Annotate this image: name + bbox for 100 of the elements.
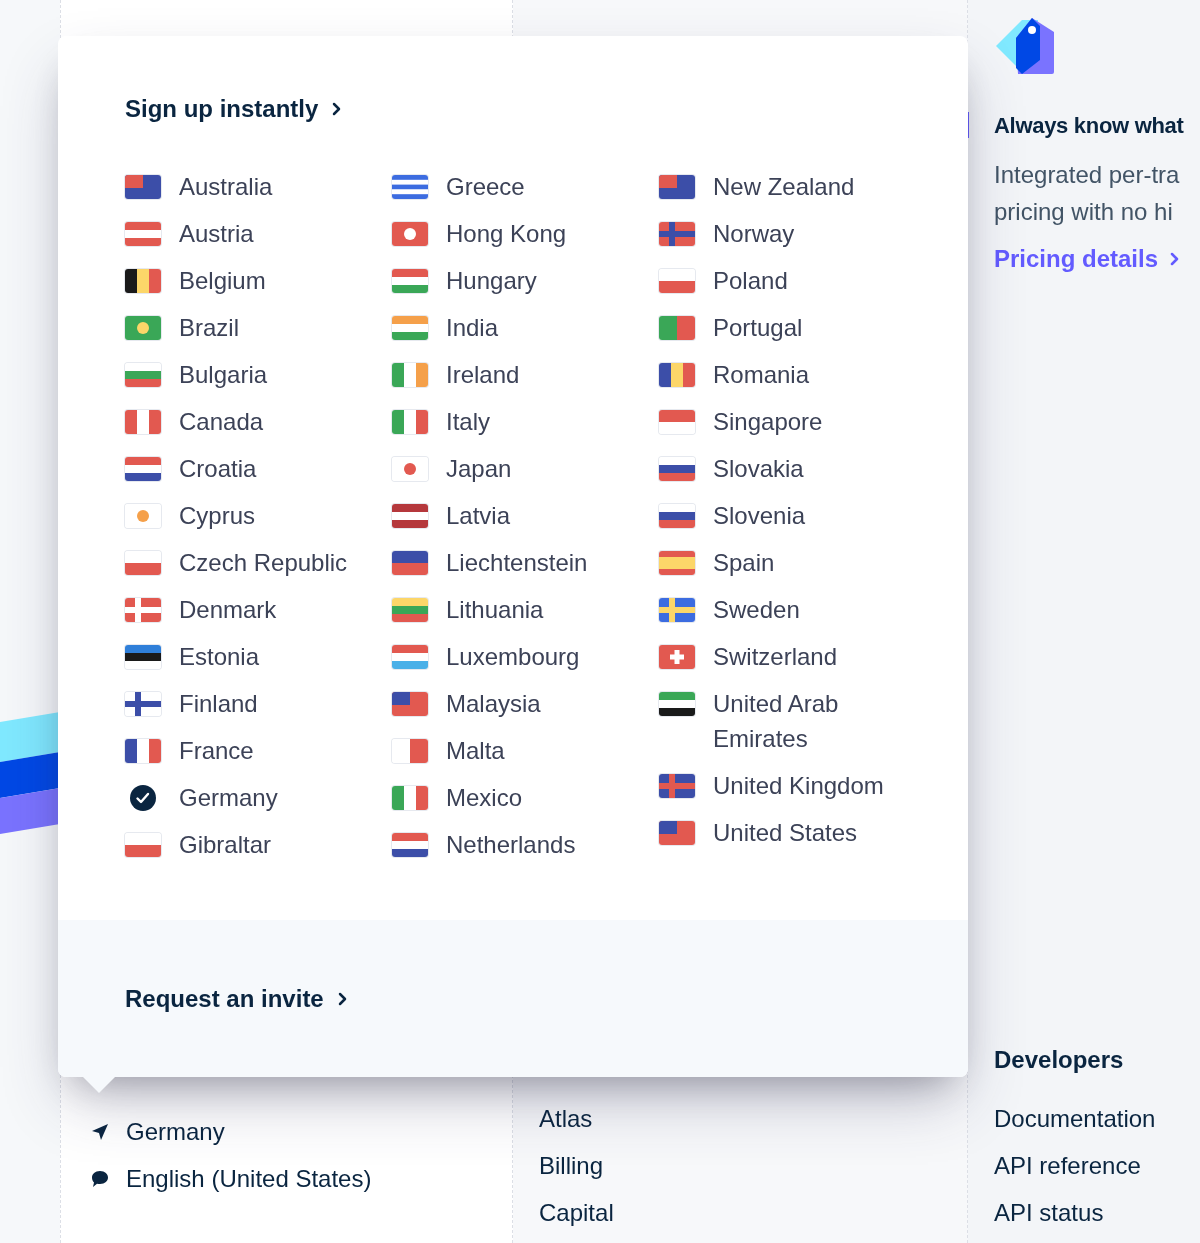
country-name: Slovakia	[713, 454, 805, 484]
location-arrow-icon	[90, 1121, 110, 1142]
flag-icon	[125, 550, 161, 575]
country-option[interactable]: Belgium	[125, 263, 392, 298]
country-name: Portugal	[713, 313, 804, 343]
country-name: India	[446, 313, 500, 343]
country-option[interactable]: Austria	[125, 216, 392, 251]
country-option[interactable]: Sweden	[659, 592, 926, 627]
country-name: Spain	[713, 548, 776, 578]
country-option[interactable]: Romania	[659, 357, 926, 392]
flag-icon	[659, 221, 695, 246]
locale-link[interactable]: English (United States)	[126, 1164, 372, 1193]
product-link[interactable]: Capital	[539, 1198, 967, 1227]
country-name: Malaysia	[446, 689, 542, 719]
country-name: Poland	[713, 266, 789, 296]
speech-bubble-icon	[90, 1168, 110, 1189]
flag-icon	[125, 503, 161, 528]
country-option[interactable]: Norway	[659, 216, 926, 251]
country-name: Gibraltar	[179, 830, 273, 860]
developer-link[interactable]: API reference	[994, 1151, 1200, 1180]
developers-heading: Developers	[994, 1045, 1125, 1074]
product-link[interactable]: Atlas	[539, 1104, 967, 1133]
country-name: Denmark	[179, 595, 278, 625]
country-name: Czech Republic	[179, 548, 349, 578]
country-option[interactable]: Japan	[392, 451, 659, 486]
developer-link[interactable]: Documentation	[994, 1104, 1200, 1133]
country-option[interactable]: Czech Republic	[125, 545, 392, 580]
country-option[interactable]: Netherlands	[392, 827, 659, 862]
country-option[interactable]: Canada	[125, 404, 392, 439]
country-option[interactable]: Croatia	[125, 451, 392, 486]
country-option[interactable]: Brazil	[125, 310, 392, 345]
flag-icon	[125, 221, 161, 246]
country-option[interactable]: Malaysia	[392, 686, 659, 721]
country-option[interactable]: Hong Kong	[392, 216, 659, 251]
country-option[interactable]: Slovakia	[659, 451, 926, 486]
flag-icon	[392, 362, 428, 387]
country-option[interactable]: Mexico	[392, 780, 659, 815]
country-name: Lithuania	[446, 595, 545, 625]
country-option[interactable]: Luxembourg	[392, 639, 659, 674]
country-option[interactable]: Spain	[659, 545, 926, 580]
flag-icon	[659, 597, 695, 622]
country-option[interactable]: New Zealand	[659, 169, 926, 204]
country-option[interactable]: France	[125, 733, 392, 768]
country-option[interactable]: Cyprus	[125, 498, 392, 533]
flag-icon	[659, 773, 695, 798]
country-option[interactable]: United Arab Emirates	[659, 686, 926, 756]
flag-icon	[392, 644, 428, 669]
flag-icon	[392, 268, 428, 293]
flag-icon	[125, 738, 161, 763]
country-option[interactable]: Liechtenstein	[392, 545, 659, 580]
country-option[interactable]: Denmark	[125, 592, 392, 627]
country-option[interactable]: Poland	[659, 263, 926, 298]
country-option[interactable]: Finland	[125, 686, 392, 721]
flag-icon	[659, 820, 695, 845]
sign-up-link[interactable]: Sign up instantly	[125, 94, 968, 124]
country-name: Canada	[179, 407, 265, 437]
chevron-right-icon	[332, 102, 343, 116]
country-option[interactable]: Lithuania	[392, 592, 659, 627]
developer-link[interactable]: API status	[994, 1198, 1200, 1227]
flag-icon	[659, 456, 695, 481]
country-name: Estonia	[179, 642, 261, 672]
country-name: Italy	[446, 407, 491, 437]
chevron-right-icon	[337, 991, 348, 1006]
country-option[interactable]: Ireland	[392, 357, 659, 392]
country-option[interactable]: United States	[659, 815, 926, 850]
country-name: New Zealand	[713, 172, 856, 202]
country-option[interactable]: Greece	[392, 169, 659, 204]
country-option[interactable]: Gibraltar	[125, 827, 392, 862]
country-option[interactable]: Malta	[392, 733, 659, 768]
country-option[interactable]: Australia	[125, 169, 392, 204]
flag-icon	[392, 785, 428, 810]
country-option[interactable]: Switzerland	[659, 639, 926, 674]
product-link[interactable]: Billing	[539, 1151, 967, 1180]
country-option[interactable]: India	[392, 310, 659, 345]
country-option[interactable]: United Kingdom	[659, 768, 926, 803]
country-name: United States	[713, 818, 859, 848]
country-option[interactable]: Latvia	[392, 498, 659, 533]
country-name: Hungary	[446, 266, 538, 296]
flag-icon	[392, 503, 428, 528]
pricing-link[interactable]: Pricing details	[994, 244, 1200, 274]
request-invite-link[interactable]: Request an invite	[125, 983, 348, 1014]
country-option[interactable]: Hungary	[392, 263, 659, 298]
country-option[interactable]: Singapore	[659, 404, 926, 439]
country-option[interactable]: Italy	[392, 404, 659, 439]
country-option[interactable]: Portugal	[659, 310, 926, 345]
flag-icon	[659, 503, 695, 528]
country-name: Netherlands	[446, 830, 577, 860]
country-option[interactable]: Bulgaria	[125, 357, 392, 392]
flag-icon	[392, 738, 428, 763]
flag-icon	[125, 691, 161, 716]
feature-description: Integrated per-tra	[994, 160, 1181, 190]
country-option[interactable]: Slovenia	[659, 498, 926, 533]
country-name: Finland	[179, 689, 259, 719]
country-name: Bulgaria	[179, 360, 269, 390]
flag-icon	[392, 832, 428, 857]
flag-icon	[659, 550, 695, 575]
locale-link[interactable]: Germany	[126, 1117, 225, 1146]
flag-icon	[392, 597, 428, 622]
flag-icon	[659, 362, 695, 387]
country-option[interactable]: Estonia	[125, 639, 392, 674]
